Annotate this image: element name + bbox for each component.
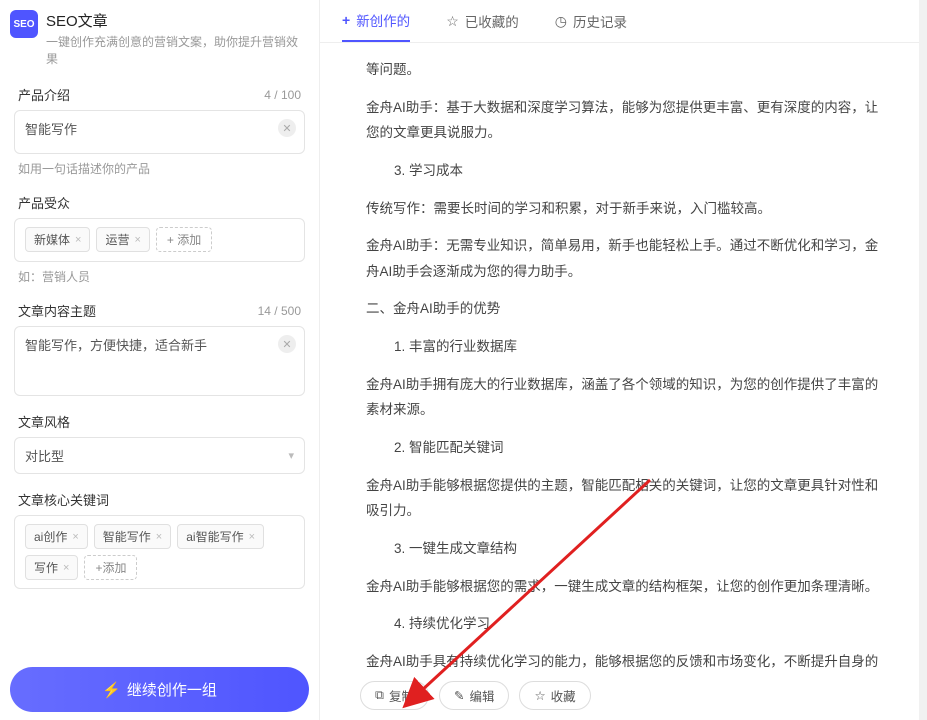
generate-button-label: 继续创作一组 bbox=[127, 679, 217, 700]
group-product-intro: 产品介绍 4 / 100 智能写作 ✕ 如用一句话描述你的产品 bbox=[4, 75, 315, 183]
article-heading: 2. 智能匹配关键词 bbox=[366, 435, 881, 461]
remove-tag-icon[interactable]: × bbox=[75, 234, 81, 246]
fav-label: 收藏 bbox=[551, 686, 576, 705]
article-heading: 1. 丰富的行业数据库 bbox=[366, 334, 881, 360]
article-line: 传统写作：需要长时间的学习和积累，对于新手来说，入门槛较高。 bbox=[366, 196, 881, 222]
group-style: 文章风格 对比型 ▾ bbox=[4, 402, 315, 480]
remove-tag-icon[interactable]: × bbox=[72, 531, 78, 543]
tag-keyword[interactable]: ai创作× bbox=[25, 524, 88, 549]
article-line: 金舟AI助手具有持续优化学习的能力，能够根据您的反馈和市场变化，不断提升自身的写… bbox=[366, 649, 881, 675]
edit-button[interactable]: ✎ 编辑 bbox=[439, 681, 510, 710]
input-audience[interactable]: 新媒体× 运营× + 添加 bbox=[14, 218, 305, 262]
clock-icon: ◷ bbox=[555, 13, 567, 30]
copy-icon: ⧉ bbox=[375, 688, 384, 703]
generate-button[interactable]: ⚡ 继续创作一组 bbox=[10, 667, 309, 712]
app-header: SEO SEO文章 一键创作充满创意的营销文案，助你提升营销效果 bbox=[0, 0, 319, 75]
remove-tag-icon[interactable]: × bbox=[249, 531, 255, 543]
input-product-intro[interactable]: 智能写作 ✕ bbox=[14, 110, 305, 154]
bolt-icon: ⚡ bbox=[102, 681, 121, 699]
label-topic: 文章内容主题 bbox=[18, 301, 96, 320]
tag-audience[interactable]: 运营× bbox=[96, 227, 149, 252]
clear-icon[interactable]: ✕ bbox=[278, 119, 296, 137]
app-subtitle: 一键创作充满创意的营销文案，助你提升营销效果 bbox=[46, 33, 305, 67]
add-tag-button[interactable]: + 添加 bbox=[156, 227, 212, 252]
article-heading: 3. 一键生成文章结构 bbox=[366, 536, 881, 562]
article-line: 金舟AI助手拥有庞大的行业数据库，涵盖了各个领域的知识，为您的创作提供了丰富的素… bbox=[366, 372, 881, 423]
remove-tag-icon[interactable]: × bbox=[134, 234, 140, 246]
edit-label: 编辑 bbox=[469, 686, 494, 705]
select-style[interactable]: 对比型 ▾ bbox=[14, 437, 305, 474]
tabs: + 新创作的 ☆ 已收藏的 ◷ 历史记录 bbox=[320, 0, 927, 43]
article-content: 等问题。 金舟AI助手：基于大数据和深度学习算法，能够为您提供更丰富、更有深度的… bbox=[320, 43, 927, 675]
input-keywords[interactable]: ai创作× 智能写作× ai智能写作× 写作× +添加 bbox=[14, 515, 305, 589]
tag-keyword[interactable]: 写作× bbox=[25, 555, 78, 580]
star-icon: ☆ bbox=[446, 13, 459, 30]
remove-tag-icon[interactable]: × bbox=[156, 531, 162, 543]
hint-audience: 如：营销人员 bbox=[4, 262, 315, 285]
label-keywords: 文章核心关键词 bbox=[18, 490, 109, 509]
chevron-down-icon: ▾ bbox=[288, 449, 294, 462]
tag-audience[interactable]: 新媒体× bbox=[25, 227, 90, 252]
plus-icon: + bbox=[342, 12, 350, 28]
article-line: 金舟AI助手：基于大数据和深度学习算法，能够为您提供更丰富、更有深度的内容，让您… bbox=[366, 95, 881, 146]
article-heading: 4. 持续优化学习 bbox=[366, 611, 881, 637]
copy-label: 复制 bbox=[389, 686, 414, 705]
article-line: 金舟AI助手能够根据您提供的主题，智能匹配相关的关键词，让您的文章更具针对性和吸… bbox=[366, 473, 881, 524]
label-style: 文章风格 bbox=[18, 412, 70, 431]
tab-label: 新创作的 bbox=[356, 10, 410, 30]
edit-icon: ✎ bbox=[454, 688, 464, 703]
star-icon: ☆ bbox=[534, 688, 545, 703]
article-heading: 二、金舟AI助手的优势 bbox=[366, 296, 881, 322]
select-style-value: 对比型 bbox=[25, 446, 64, 465]
clear-icon[interactable]: ✕ bbox=[278, 335, 296, 353]
label-product-intro: 产品介绍 bbox=[18, 85, 70, 104]
main-area: + 新创作的 ☆ 已收藏的 ◷ 历史记录 等问题。 金舟AI助手：基于大数据和深… bbox=[320, 0, 927, 720]
input-topic[interactable]: 智能写作，方便快捷，适合新手 ✕ bbox=[14, 326, 305, 396]
remove-tag-icon[interactable]: × bbox=[63, 562, 69, 574]
copy-button[interactable]: ⧉ 复制 bbox=[360, 681, 429, 710]
count-product-intro: 4 / 100 bbox=[264, 88, 301, 102]
label-audience: 产品受众 bbox=[18, 193, 70, 212]
scrollbar-thumb[interactable] bbox=[920, 80, 926, 460]
group-keywords: 文章核心关键词 ai创作× 智能写作× ai智能写作× 写作× +添加 bbox=[4, 480, 315, 595]
add-tag-button[interactable]: +添加 bbox=[84, 555, 137, 580]
hint-product-intro: 如用一句话描述你的产品 bbox=[4, 154, 315, 177]
group-topic: 文章内容主题 14 / 500 智能写作，方便快捷，适合新手 ✕ bbox=[4, 291, 315, 402]
article-heading: 3. 学习成本 bbox=[366, 158, 881, 184]
app-logo: SEO bbox=[10, 10, 38, 38]
article-line: 等问题。 bbox=[366, 57, 881, 83]
article-actions: ⧉ 复制 ✎ 编辑 ☆ 收藏 bbox=[320, 675, 927, 720]
input-topic-value: 智能写作，方便快捷，适合新手 bbox=[25, 338, 207, 353]
group-audience: 产品受众 新媒体× 运营× + 添加 如：营销人员 bbox=[4, 183, 315, 291]
tab-new[interactable]: + 新创作的 bbox=[342, 10, 410, 42]
fav-button[interactable]: ☆ 收藏 bbox=[519, 681, 590, 710]
tag-keyword[interactable]: 智能写作× bbox=[94, 524, 171, 549]
tab-fav[interactable]: ☆ 已收藏的 bbox=[446, 11, 519, 41]
tab-label: 历史记录 bbox=[573, 11, 627, 31]
tab-history[interactable]: ◷ 历史记录 bbox=[555, 11, 627, 41]
article-line: 金舟AI助手：无需专业知识，简单易用，新手也能轻松上手。通过不断优化和学习，金舟… bbox=[366, 233, 881, 284]
article-line: 金舟AI助手能够根据您的需求，一键生成文章的结构框架，让您的创作更加条理清晰。 bbox=[366, 574, 881, 600]
tab-label: 已收藏的 bbox=[465, 11, 519, 31]
app-title: SEO文章 bbox=[46, 10, 305, 31]
sidebar: SEO SEO文章 一键创作充满创意的营销文案，助你提升营销效果 产品介绍 4 … bbox=[0, 0, 320, 720]
input-product-intro-value: 智能写作 bbox=[25, 122, 77, 137]
count-topic: 14 / 500 bbox=[258, 304, 301, 318]
tag-keyword[interactable]: ai智能写作× bbox=[177, 524, 264, 549]
